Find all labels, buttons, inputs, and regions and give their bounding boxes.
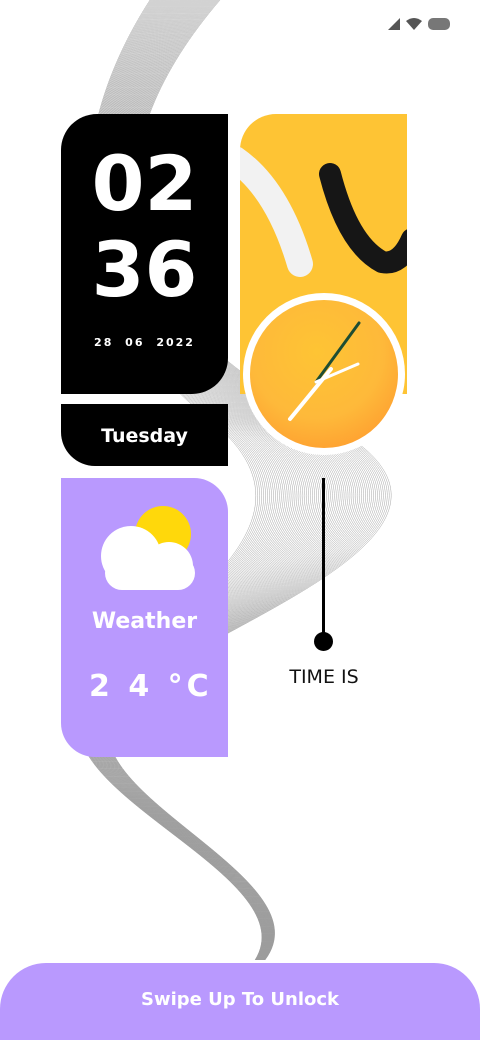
pendulum-line <box>322 478 325 638</box>
digital-clock-card[interactable]: 02 36 28 06 2022 <box>61 114 228 394</box>
battery-icon <box>428 18 450 30</box>
wifi-icon <box>406 18 422 30</box>
time-is-label: TIME IS <box>289 666 359 688</box>
clock-face <box>250 300 398 448</box>
clock-minutes: 36 <box>91 225 198 314</box>
weather-label: Weather <box>91 609 198 634</box>
swipe-up-unlock-bar[interactable]: Swipe Up To Unlock <box>0 963 480 1040</box>
weather-card[interactable]: Weather 2 4 °C <box>61 478 228 757</box>
status-bar <box>388 18 450 30</box>
day-card[interactable]: Tuesday <box>61 404 228 466</box>
analog-clock[interactable] <box>242 292 406 456</box>
pendulum-dot <box>314 632 333 651</box>
partly-cloudy-icon <box>101 506 195 590</box>
clock-date: 28 06 2022 <box>94 336 195 349</box>
clock-hours: 02 <box>91 139 198 228</box>
swipe-up-label: Swipe Up To Unlock <box>140 989 340 1010</box>
temperature-value: 2 4 °C <box>89 669 213 704</box>
signal-icon <box>388 18 400 30</box>
day-of-week: Tuesday <box>101 425 188 447</box>
